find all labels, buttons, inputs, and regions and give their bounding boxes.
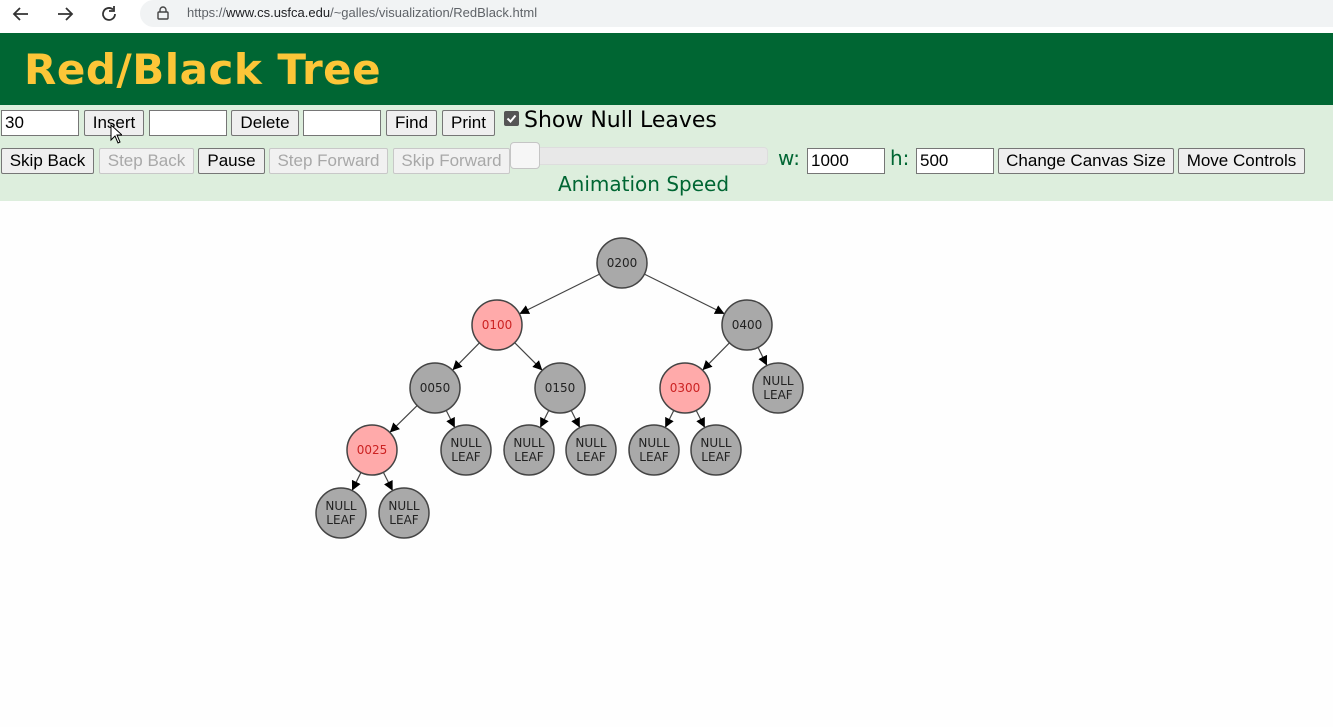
page-title: Red/Black Tree (24, 45, 382, 94)
node-label: NULL (575, 436, 606, 450)
node-label: NULL (325, 499, 356, 513)
address-bar[interactable]: https://www.cs.usfca.edu/~galles/visuali… (140, 0, 1333, 27)
tree-svg: 02000100 04000050 0150 0300 NULLLEAF0025 NULL… (315, 237, 804, 539)
reload-icon[interactable] (96, 2, 122, 26)
node-label: NULL (450, 436, 481, 450)
red-tree-node: 0300 (659, 362, 711, 414)
black-tree-node: NULLLEAF (690, 424, 742, 476)
node-label: LEAF (763, 388, 792, 402)
node-label: LEAF (326, 513, 355, 527)
step-forward-button[interactable]: Step Forward (269, 148, 388, 174)
node-label: LEAF (639, 450, 668, 464)
show-null-leaves-checkbox[interactable] (504, 111, 519, 126)
black-tree-node: NULLLEAF (378, 487, 430, 539)
black-tree-node: 0400 (721, 299, 773, 351)
tree-edge (389, 405, 418, 433)
page-header: Red/Black Tree (0, 33, 1333, 105)
node-label: 0150 (545, 381, 576, 395)
node-label: NULL (762, 374, 793, 388)
node-label: 0200 (607, 256, 638, 270)
node-label: 0100 (482, 318, 513, 332)
tree-edge (445, 410, 456, 428)
show-null-leaves-label: Show Null Leaves (524, 108, 717, 133)
animation-speed-track[interactable] (512, 147, 768, 165)
tree-edge (351, 472, 362, 491)
step-back-button[interactable]: Step Back (99, 148, 194, 174)
move-controls-button[interactable]: Move Controls (1178, 148, 1305, 174)
node-label: LEAF (514, 450, 543, 464)
red-tree-node: 0100 (471, 299, 523, 351)
tree-edge (757, 347, 768, 366)
tree-edge (570, 410, 581, 428)
node-label: LEAF (389, 513, 418, 527)
tree-edge (382, 472, 394, 491)
tree-canvas: 0200 0100 0400 0050 0150 0300 NULL LEAF 0025 NULL… (0, 201, 1333, 722)
node-label: NULL (700, 436, 731, 450)
find-button[interactable]: Find (386, 110, 437, 136)
mouse-pointer-icon (110, 123, 124, 149)
canvas-width-input[interactable] (807, 148, 885, 174)
black-tree-node: 0050 (409, 362, 461, 414)
url-text: https://www.cs.usfca.edu/~galles/visuali… (187, 5, 538, 20)
find-input[interactable] (303, 110, 381, 136)
black-tree-node: NULLLEAF (503, 424, 555, 476)
change-canvas-size-button[interactable]: Change Canvas Size (998, 148, 1174, 174)
animation-speed-handle[interactable] (510, 142, 540, 169)
browser-toolbar: https://www.cs.usfca.edu/~galles/visuali… (0, 0, 1333, 30)
skip-forward-button[interactable]: Skip Forward (393, 148, 510, 174)
node-label: LEAF (576, 450, 605, 464)
node-label: 0025 (357, 443, 388, 457)
pause-button[interactable]: Pause (198, 148, 265, 174)
node-label: NULL (513, 436, 544, 450)
tree-edge (519, 273, 600, 315)
insert-input[interactable] (1, 110, 79, 136)
node-label: NULL (388, 499, 419, 513)
black-tree-node: NULLLEAF (752, 362, 804, 414)
node-label: 0400 (732, 318, 763, 332)
print-button[interactable]: Print (442, 110, 495, 136)
animation-speed-label: Animation Speed (558, 172, 730, 196)
tree-edge (539, 410, 550, 428)
node-label: NULL (638, 436, 669, 450)
forward-arrow-icon[interactable] (52, 2, 78, 26)
delete-button[interactable]: Delete (231, 110, 299, 136)
black-tree-node: NULLLEAF (315, 487, 367, 539)
tree-edge (644, 273, 725, 315)
black-tree-node: 0150 (534, 362, 586, 414)
back-arrow-icon[interactable] (8, 2, 34, 26)
tree-edge (452, 342, 480, 371)
node-label: LEAF (451, 450, 480, 464)
tree-edge (695, 410, 706, 428)
tree-edge (514, 342, 543, 371)
black-tree-node: NULLLEAF (628, 424, 680, 476)
height-label: h: (890, 146, 910, 170)
black-tree-node: 0200 (596, 237, 648, 289)
node-label: LEAF (701, 450, 730, 464)
node-label: 0050 (420, 381, 451, 395)
controls-panel: Insert Delete Find Print Show Null Leave… (0, 105, 1333, 201)
lock-icon (157, 6, 169, 25)
tree-edge (702, 342, 730, 371)
width-label: w: (778, 146, 801, 170)
red-tree-node: 0025 (346, 424, 398, 476)
delete-input[interactable] (149, 110, 227, 136)
node-label: 0300 (670, 381, 701, 395)
black-tree-node: NULLLEAF (440, 424, 492, 476)
black-tree-node: NULLLEAF (565, 424, 617, 476)
tree-edge (664, 410, 675, 428)
canvas-height-input[interactable] (916, 148, 994, 174)
skip-back-button[interactable]: Skip Back (1, 148, 94, 174)
